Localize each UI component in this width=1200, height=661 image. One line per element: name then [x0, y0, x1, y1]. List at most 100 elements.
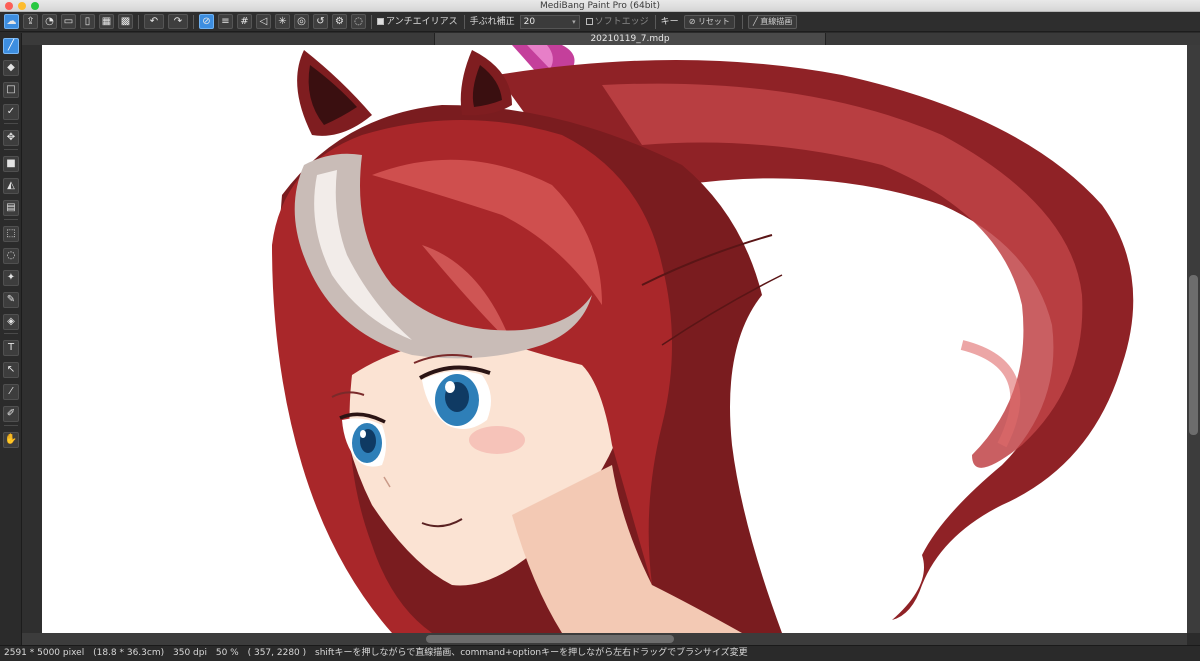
move-tool[interactable]: ✥	[3, 130, 19, 146]
tool-divider	[4, 149, 18, 150]
tool-divider	[4, 219, 18, 220]
line-draw-button[interactable]: ╱ 直線描画	[747, 14, 798, 29]
snap-off-icon[interactable]: ⊘	[199, 14, 214, 29]
move-icon: ✥	[6, 132, 16, 143]
redo-icon[interactable]: ↷	[168, 14, 188, 29]
square-filled-icon: ■	[6, 158, 16, 169]
status-bar: 2591 * 5000 pixel (18.8 * 36.3cm) 350 dp…	[0, 645, 1200, 661]
select-pen-icon: ✎	[6, 294, 16, 305]
antialias-label: アンチエイリアス	[386, 16, 458, 27]
tool-divider	[4, 425, 18, 426]
antialias-check-box[interactable]	[377, 17, 384, 25]
stabilizer-select[interactable]: 20 ▾	[519, 14, 580, 29]
toolbar-divider	[654, 14, 656, 29]
brush-tool[interactable]: ╱	[3, 38, 19, 54]
grid-panel-icon[interactable]: ▩	[118, 14, 133, 29]
shape-tool[interactable]: ■	[3, 156, 19, 172]
magic-wand-icon: ✦	[6, 272, 16, 283]
stabilizer-label: 手ぶれ補正	[469, 16, 515, 27]
perspective-snap-icon[interactable]: ◁	[256, 14, 271, 29]
lasso-icon: ◌	[6, 250, 16, 261]
eraser-icon: ◆	[7, 62, 15, 73]
lasso-tool[interactable]: ◌	[3, 248, 19, 264]
drawing-canvas[interactable]	[42, 45, 1187, 633]
horizontal-scrollbar[interactable]	[22, 633, 1187, 645]
pointer-icon: ↖	[6, 364, 16, 375]
soft-edge-checkbox[interactable]: ソフトエッジ	[585, 16, 649, 28]
bucket-tool[interactable]: ◭	[3, 178, 19, 194]
eraser-tool[interactable]: ◆	[3, 60, 19, 76]
grid-snap-icon[interactable]: #	[237, 14, 252, 29]
window-title: MediBang Paint Pro (64bit)	[540, 1, 660, 11]
document-tab[interactable]: 20210119_7.mdp	[434, 33, 826, 45]
scroll-corner	[1187, 633, 1200, 645]
canvas-size: 2591 * 5000 pixel	[4, 648, 85, 658]
artwork-illustration	[272, 45, 1134, 633]
toolbar-divider	[463, 14, 465, 29]
chevron-down-icon: ▾	[572, 17, 576, 26]
magic-wand-tool[interactable]: ✦	[3, 270, 19, 286]
page-icon[interactable]: ▯	[80, 14, 95, 29]
hand-tool[interactable]: ✋	[3, 432, 19, 448]
select-eraser-icon: ◈	[7, 316, 15, 327]
snap-settings-icon[interactable]: ◌	[351, 14, 366, 29]
parallel-snap-icon[interactable]: ≡	[218, 14, 233, 29]
window-titlebar: MediBang Paint Pro (64bit)	[0, 0, 1200, 12]
status-hint: shiftキーを押しながらで直線描画、command+optionキーを押しなが…	[315, 648, 748, 658]
hand-icon: ✋	[4, 434, 18, 445]
soft-edge-check-box[interactable]	[585, 17, 593, 25]
key-label: キー	[660, 16, 679, 27]
marquee-icon: ⬚	[6, 228, 16, 239]
reset-icon: ⊘	[688, 16, 698, 26]
select-eraser-tool[interactable]: ◈	[3, 314, 19, 330]
curve-snap-icon[interactable]: ↺	[313, 14, 328, 29]
share-icon[interactable]: ⇪	[23, 14, 38, 29]
horizontal-scroll-thumb[interactable]	[426, 635, 674, 643]
line-draw-label: 直線描画	[760, 16, 793, 26]
toolbar-divider	[371, 14, 372, 29]
square-outline-icon: □	[6, 84, 16, 95]
rect-select-tool[interactable]: ⬚	[3, 226, 19, 242]
vertical-scroll-thumb[interactable]	[1189, 275, 1198, 435]
text-tool[interactable]: T	[3, 340, 19, 356]
bucket-icon: ◭	[7, 180, 15, 191]
settings-icon[interactable]: ⚙	[332, 14, 347, 29]
panel-icon[interactable]: ▦	[99, 14, 114, 29]
top-toolbar: ☁ ⇪ ◔ ▭ ▯ ▦ ▩ ↶ ↷ ⊘ ≡ # ◁ ✳ ◎ ↺ ⚙ ◌ アンチエ…	[0, 12, 1200, 32]
text-icon: T	[7, 342, 15, 353]
reset-button[interactable]: ⊘ リセット	[683, 14, 735, 29]
zoom-level: 50 %	[215, 648, 239, 658]
soft-edge-label: ソフトエッジ	[594, 16, 649, 27]
gradient-tool[interactable]: ▤	[3, 200, 19, 216]
team-icon[interactable]: ▭	[61, 14, 76, 29]
cloud-icon[interactable]: ☁	[4, 14, 19, 29]
cursor-position: ( 357, 2280 )	[247, 648, 307, 658]
select-pen-2-tool[interactable]: ✎	[3, 292, 19, 308]
undo-icon[interactable]: ↶	[144, 14, 164, 29]
reset-label: リセット	[697, 16, 730, 26]
vertical-scrollbar[interactable]	[1187, 45, 1200, 633]
check-pen-icon: ✓	[6, 106, 16, 117]
canvas-size-cm: (18.8 * 36.3cm)	[93, 648, 165, 658]
tool-divider	[4, 123, 18, 124]
brush-icon: ╱	[7, 40, 15, 51]
toolbar-divider	[193, 14, 194, 29]
gradient-icon: ▤	[6, 202, 16, 213]
radial-snap-icon[interactable]: ✳	[275, 14, 290, 29]
toolbar-divider	[741, 14, 743, 29]
eyedropper-tool[interactable]: ⁄	[3, 384, 19, 400]
tool-divider	[4, 333, 18, 334]
antialias-checkbox[interactable]: アンチエイリアス	[377, 16, 458, 28]
canvas-dpi: 350 dpi	[173, 648, 207, 658]
tool-palette: ╱ ◆ □ ✓ ✥ ■ ◭ ▤ ⬚ ◌ ✦ ✎ ◈ T ↖ ⁄ ✐ ✋	[0, 33, 22, 645]
toolbar-divider	[138, 14, 139, 29]
circle-snap-icon[interactable]: ◎	[294, 14, 309, 29]
divide-tool[interactable]: ✐	[3, 406, 19, 422]
select-pen-tool[interactable]: ✓	[3, 104, 19, 120]
canvas-area[interactable]	[22, 45, 1187, 633]
stabilizer-value: 20	[523, 16, 536, 27]
operation-tool[interactable]: ↖	[3, 362, 19, 378]
dot-tool[interactable]: □	[3, 82, 19, 98]
comment-icon[interactable]: ◔	[42, 14, 57, 29]
eyedropper-icon: ⁄	[10, 386, 12, 397]
